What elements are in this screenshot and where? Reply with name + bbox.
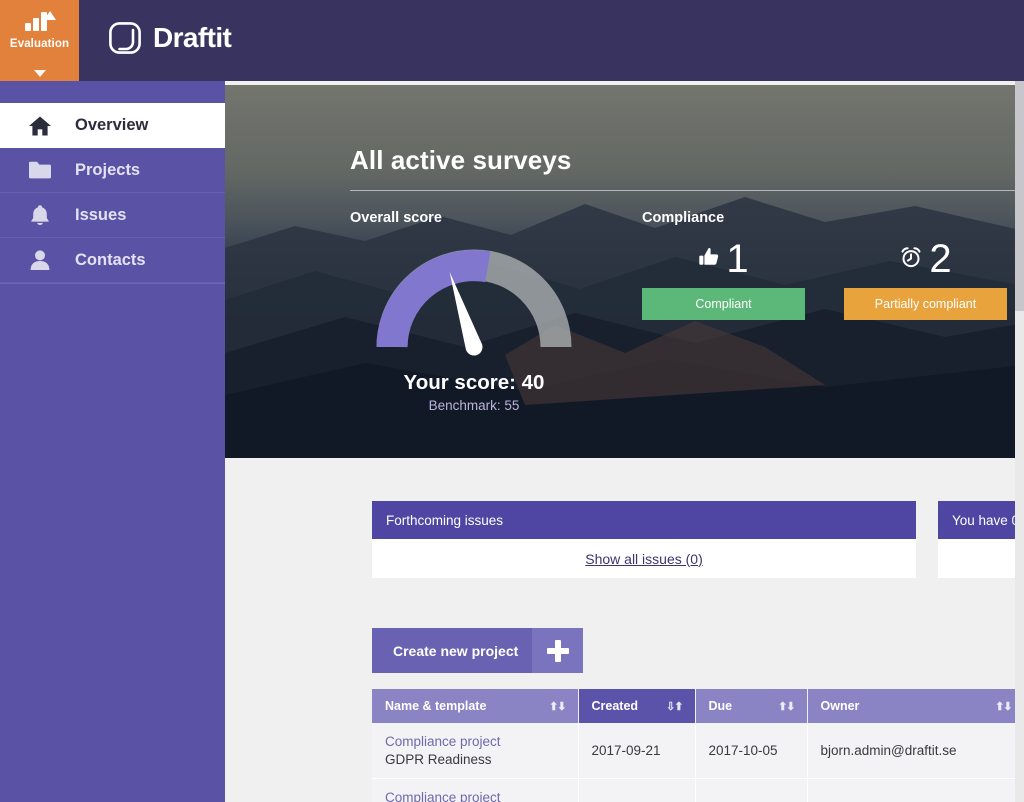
sidebar-divider <box>0 283 225 284</box>
person-icon <box>28 248 52 272</box>
scrollbar-thumb[interactable] <box>1015 81 1024 311</box>
sidebar: Overview Projects Issues Contacts <box>0 81 225 802</box>
column-label: Created <box>591 699 639 713</box>
plus-icon <box>532 628 583 673</box>
brand-logo[interactable]: Draftit <box>108 21 232 55</box>
compliant-count: 1 <box>726 237 749 281</box>
sidebar-item-contacts[interactable]: Contacts <box>0 238 225 283</box>
content-area: Forthcoming issues Show all issues (0) Y… <box>225 458 1024 802</box>
show-all-issues-link[interactable]: Show all issues (0) <box>585 551 703 567</box>
cell-created: 2017-09-21 <box>578 723 696 779</box>
bar-chart-up-icon <box>23 11 57 35</box>
overall-score-label: Overall score <box>350 210 442 226</box>
updates-panel: You have 0 u <box>938 501 1024 578</box>
page-scrollbar[interactable] <box>1015 81 1024 802</box>
forthcoming-issues-panel: Forthcoming issues Show all issues (0) <box>372 501 916 578</box>
column-header-name-template[interactable]: Name & template ⬆⬇ <box>372 689 579 723</box>
table-header-row: Name & template ⬆⬇ Created ⇩⬆ Due ⬆⬇ Own… <box>372 689 1024 723</box>
create-new-project-label: Create new project <box>372 628 532 673</box>
sort-icon-active[interactable]: ⇩⬆ <box>666 700 683 713</box>
compliant-button[interactable]: Compliant <box>642 288 805 320</box>
column-label: Owner <box>820 699 860 713</box>
sidebar-item-issues[interactable]: Issues <box>0 193 225 238</box>
column-header-due[interactable]: Due ⬆⬇ <box>695 689 808 723</box>
cell-due <box>695 778 808 802</box>
app-root: Evaluation Draftit Overview Projects Iss… <box>0 0 1024 802</box>
column-label: Due <box>708 699 733 713</box>
table-row[interactable]: Compliance project <box>372 778 1024 802</box>
sidebar-item-label: Contacts <box>75 250 146 269</box>
compliance-label: Compliance <box>642 210 725 226</box>
create-new-project-button[interactable]: Create new project <box>372 628 583 673</box>
sidebar-item-label: Projects <box>75 160 141 179</box>
folder-icon <box>28 158 52 182</box>
cell-owner: bjorn.admin@draftit.se <box>807 723 1024 779</box>
forthcoming-issues-title: Forthcoming issues <box>372 501 916 539</box>
compliance-section: Compliance 1 Compliant 2 Partially compl… <box>642 210 1024 413</box>
brand-name: Draftit <box>153 22 232 53</box>
gauge-chart <box>376 249 572 356</box>
project-name-link[interactable]: Compliance project <box>385 790 565 802</box>
project-template-name: GDPR Readiness <box>385 752 492 767</box>
column-header-owner[interactable]: Owner ⬆⬇ <box>807 689 1024 723</box>
cell-created <box>578 778 696 802</box>
overall-score-gauge <box>374 244 574 359</box>
top-bar: Evaluation Draftit <box>0 0 1024 81</box>
partially-compliant-button[interactable]: Partially compliant <box>844 288 1007 320</box>
hero-divider <box>350 190 1024 191</box>
home-icon <box>28 114 52 138</box>
sidebar-item-label: Issues <box>75 205 127 224</box>
cell-due: 2017-10-05 <box>695 723 808 779</box>
hero-banner: All active surveys Overall score Your sc… <box>225 85 1024 458</box>
evaluation-tab-label: Evaluation <box>9 38 70 50</box>
score-value-text: Your score: 40 <box>403 371 545 394</box>
cell-name-template: Compliance project <box>372 778 579 802</box>
sort-icon[interactable]: ⬆⬇ <box>549 700 566 713</box>
sidebar-item-projects[interactable]: Projects <box>0 148 225 193</box>
overall-score-section: Overall score Your score: 40 Benchmark: … <box>350 210 642 413</box>
partially-compliant-stat: 2 Partially compliant <box>844 230 1007 320</box>
cell-name-template: Compliance project GDPR Readiness <box>372 723 579 779</box>
sort-icon[interactable]: ⬆⬇ <box>995 700 1012 713</box>
sort-icon[interactable]: ⬆⬇ <box>778 700 795 713</box>
draftit-logo-icon <box>108 21 142 55</box>
partially-compliant-count: 2 <box>929 237 952 281</box>
sidebar-item-label: Overview <box>75 116 149 134</box>
column-label: Name & template <box>385 699 487 713</box>
projects-table: Name & template ⬆⬇ Created ⇩⬆ Due ⬆⬇ Own… <box>372 689 1024 802</box>
updates-panel-title: You have 0 u <box>938 501 1024 539</box>
table-row[interactable]: Compliance project GDPR Readiness 2017-0… <box>372 723 1024 779</box>
project-name-link[interactable]: Compliance project <box>385 734 565 749</box>
cell-owner <box>807 778 1024 802</box>
benchmark-value-text: Benchmark: 55 <box>428 398 520 413</box>
panels-row: Forthcoming issues Show all issues (0) Y… <box>372 501 1024 578</box>
alarm-clock-icon <box>899 246 923 273</box>
bell-icon <box>28 203 52 227</box>
chevron-down-icon[interactable] <box>33 70 46 77</box>
compliant-stat: 1 Compliant <box>642 230 805 320</box>
sidebar-item-overview[interactable]: Overview <box>0 103 225 148</box>
evaluation-module-tab[interactable]: Evaluation <box>0 0 79 81</box>
column-header-created[interactable]: Created ⇩⬆ <box>578 689 696 723</box>
hero-title: All active surveys <box>350 145 572 175</box>
thumbs-up-icon <box>698 246 720 273</box>
